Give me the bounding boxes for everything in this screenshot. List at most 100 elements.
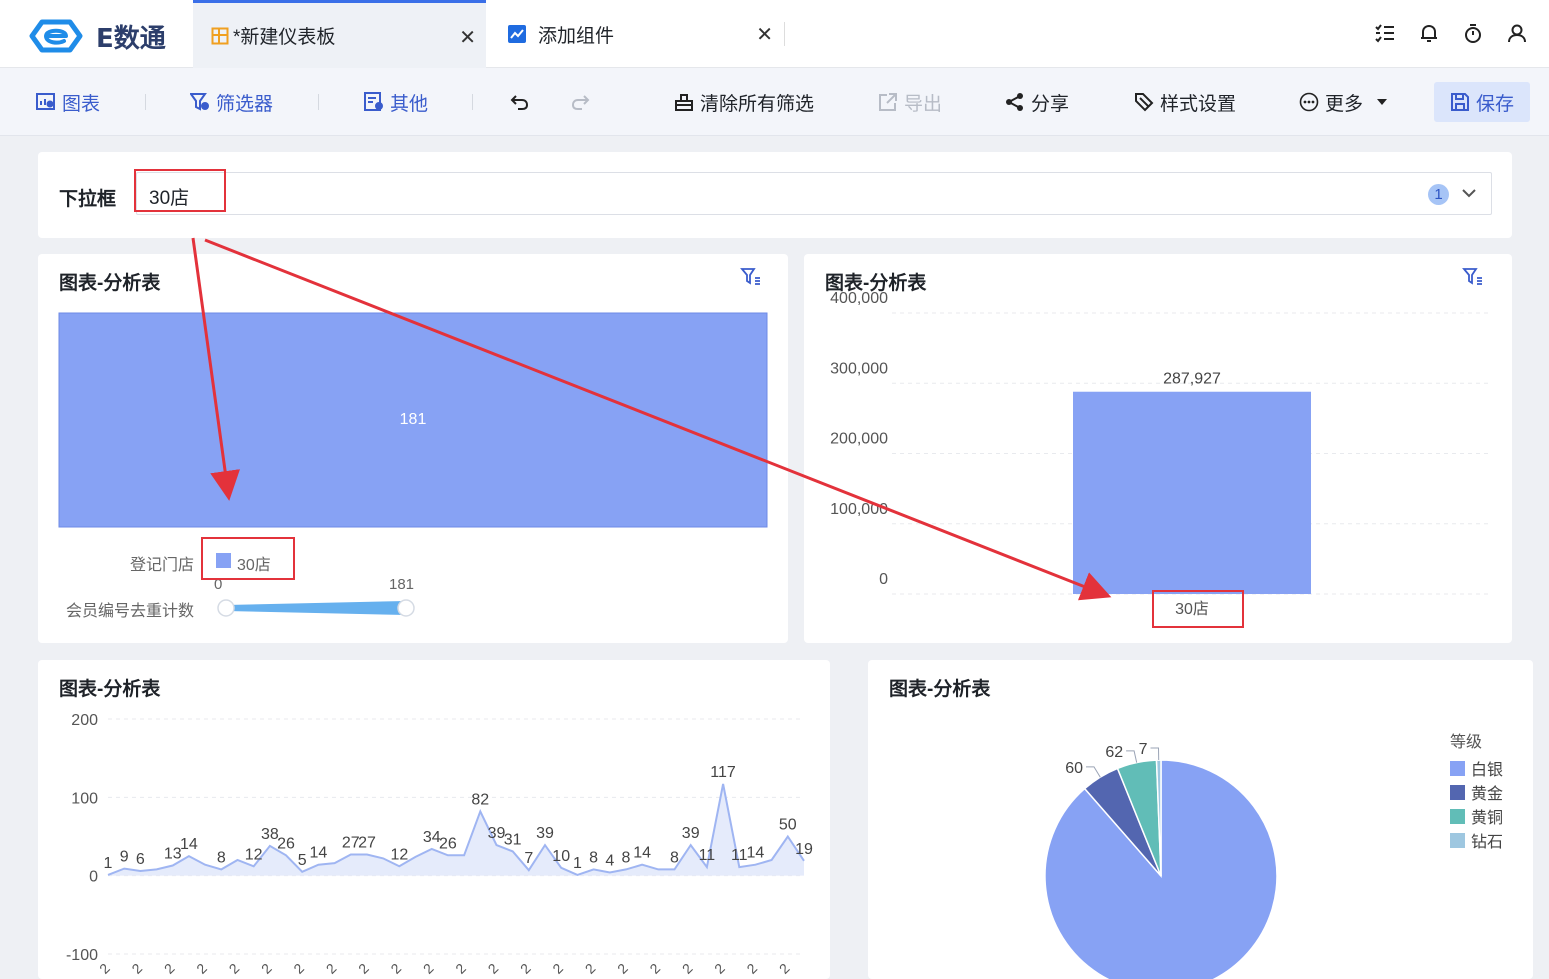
add-other-label: 其他 xyxy=(390,93,429,115)
x-tick-label: 2 xyxy=(517,960,534,977)
add-chart-button[interactable]: 图表 xyxy=(36,88,100,116)
point-label: 12 xyxy=(390,846,408,863)
point-label: 8 xyxy=(217,849,226,866)
toolbar-divider xyxy=(472,94,473,110)
range-min-label: 0 xyxy=(214,576,223,593)
x-tick-label: 2 xyxy=(485,960,502,977)
pie-label: 62 xyxy=(1105,744,1123,761)
widget-pie-chart: 图表-分析表 60 62 7 等级 白银 黄金 黄铜 钻石 xyxy=(868,660,1533,979)
tab-new-dashboard[interactable]: *新建仪表板 ✕ xyxy=(193,0,486,68)
point-label: 14 xyxy=(633,845,651,862)
visual-map-slider[interactable] xyxy=(214,594,420,624)
legend-dimension-value: 30店 xyxy=(237,557,271,574)
x-tick-label: 2 xyxy=(258,960,275,977)
tab-label: *新建仪表板 xyxy=(233,27,336,48)
pie-label: 7 xyxy=(1139,741,1148,758)
point-label: 9 xyxy=(120,849,129,866)
dashboard-icon xyxy=(211,27,229,44)
more-icon xyxy=(1299,92,1319,112)
pie-label-line xyxy=(1086,766,1101,778)
x-tick-label: 2 xyxy=(614,960,631,977)
clear-filters-button[interactable]: 清除所有筛选 xyxy=(674,88,814,116)
point-label: 10 xyxy=(552,848,570,865)
pie-label: 60 xyxy=(1065,760,1083,777)
legend-dimension-label: 登记门店 xyxy=(130,557,195,574)
share-button[interactable]: 分享 xyxy=(1005,88,1069,116)
timer-icon[interactable] xyxy=(1461,20,1485,46)
style-settings-label: 样式设置 xyxy=(1160,93,1237,115)
x-tick-label: 2 xyxy=(128,960,145,977)
add-filter-button[interactable]: 筛选器 xyxy=(190,88,273,116)
point-label: 8 xyxy=(670,849,679,866)
legend-label: 黄铜 xyxy=(1471,810,1504,827)
point-label: 14 xyxy=(180,836,198,853)
widget-heatmap: 图表-分析表 181 登记门店 30店 0 181 会员编号去重计数 xyxy=(38,254,788,643)
point-label: 31 xyxy=(504,831,522,848)
x-tick-label: 2 xyxy=(193,960,210,977)
x-tick-label: 2 xyxy=(776,960,793,977)
tab-divider xyxy=(784,22,785,46)
chart-line-icon xyxy=(508,25,526,43)
x-tick-label: 2 xyxy=(743,960,760,977)
close-icon[interactable]: ✕ xyxy=(459,25,476,50)
bar[interactable] xyxy=(1073,391,1311,594)
point-label: 117 xyxy=(710,764,736,781)
y-tick-label: 300,000 xyxy=(830,360,888,377)
store-dropdown[interactable]: 30店 1 xyxy=(136,172,1492,215)
point-label: 8 xyxy=(589,849,598,866)
widget-line-chart: 图表-分析表 200 100 0 -100 1 9 6 13 14 8 12 38 26 5 14 27 27 1… xyxy=(38,660,830,979)
slider-handle-min[interactable] xyxy=(217,599,235,617)
pie-label-line xyxy=(1126,750,1138,763)
selected-count-badge: 1 xyxy=(1428,184,1449,205)
x-tick-label: 2 xyxy=(646,960,663,977)
pie-legend-item[interactable]: 白银 xyxy=(1450,756,1503,780)
point-label: 26 xyxy=(277,835,295,852)
pie-legend-item[interactable]: 钻石 xyxy=(1450,828,1503,852)
range-max-label: 181 xyxy=(389,576,415,593)
y-tick-label: 100 xyxy=(71,790,98,807)
pie-label-line xyxy=(1150,747,1160,761)
x-tick-label: 2 xyxy=(582,960,599,977)
add-other-button[interactable]: 其他 xyxy=(364,88,428,116)
point-label: 39 xyxy=(682,825,700,842)
chevron-down-icon[interactable] xyxy=(1461,185,1477,201)
y-tick-label: 200,000 xyxy=(830,431,888,448)
style-settings-icon xyxy=(1135,93,1154,112)
toolbar-divider xyxy=(318,94,319,110)
legend-swatch xyxy=(216,553,231,568)
point-label: 11 xyxy=(731,847,748,864)
share-icon xyxy=(1006,93,1023,111)
pie-legend-item[interactable]: 黄金 xyxy=(1450,780,1503,804)
point-label: 12 xyxy=(245,846,263,863)
task-list-icon[interactable] xyxy=(1373,20,1397,46)
tab-label: 添加组件 xyxy=(538,25,615,47)
pie-legend-item[interactable]: 黄铜 xyxy=(1450,804,1503,828)
pie-chart: 60 62 7 xyxy=(1044,741,1278,979)
save-button[interactable]: 保存 xyxy=(1434,82,1530,122)
close-icon[interactable]: ✕ xyxy=(756,22,773,47)
user-icon[interactable] xyxy=(1505,20,1529,46)
x-tick-label: 2 xyxy=(420,960,437,977)
toolbar: 图表 筛选器 其他 清除所有筛选 导出 分享 样式设置 更多 xyxy=(0,68,1549,136)
top-icon-group xyxy=(1373,20,1529,46)
dropdown-selected-value: 30店 xyxy=(149,188,190,209)
bell-icon[interactable] xyxy=(1417,20,1441,46)
x-tick-label: 2 xyxy=(549,960,566,977)
point-label: 50 xyxy=(779,817,797,834)
clear-filters-label: 清除所有筛选 xyxy=(700,93,815,115)
line-chart: 2001000-1001 9 6 13148 1238265 14272712342682… xyxy=(66,712,813,977)
point-label: 7 xyxy=(524,850,533,867)
tab-add-component[interactable]: 添加组件 ✕ xyxy=(490,0,783,68)
logo-text: E数通 xyxy=(96,23,166,54)
style-settings-button[interactable]: 样式设置 xyxy=(1134,88,1236,116)
more-button[interactable]: 更多 xyxy=(1299,88,1389,116)
point-label: 39 xyxy=(536,825,554,842)
point-label: 8 xyxy=(622,849,631,866)
x-tick-label: 2 xyxy=(96,960,113,977)
redo-button[interactable] xyxy=(570,88,590,116)
slider-handle-max[interactable] xyxy=(397,599,415,617)
point-label: 19 xyxy=(795,841,813,858)
export-button[interactable]: 导出 xyxy=(878,88,942,116)
undo-button[interactable] xyxy=(510,88,530,116)
y-tick-label: -100 xyxy=(66,947,98,964)
